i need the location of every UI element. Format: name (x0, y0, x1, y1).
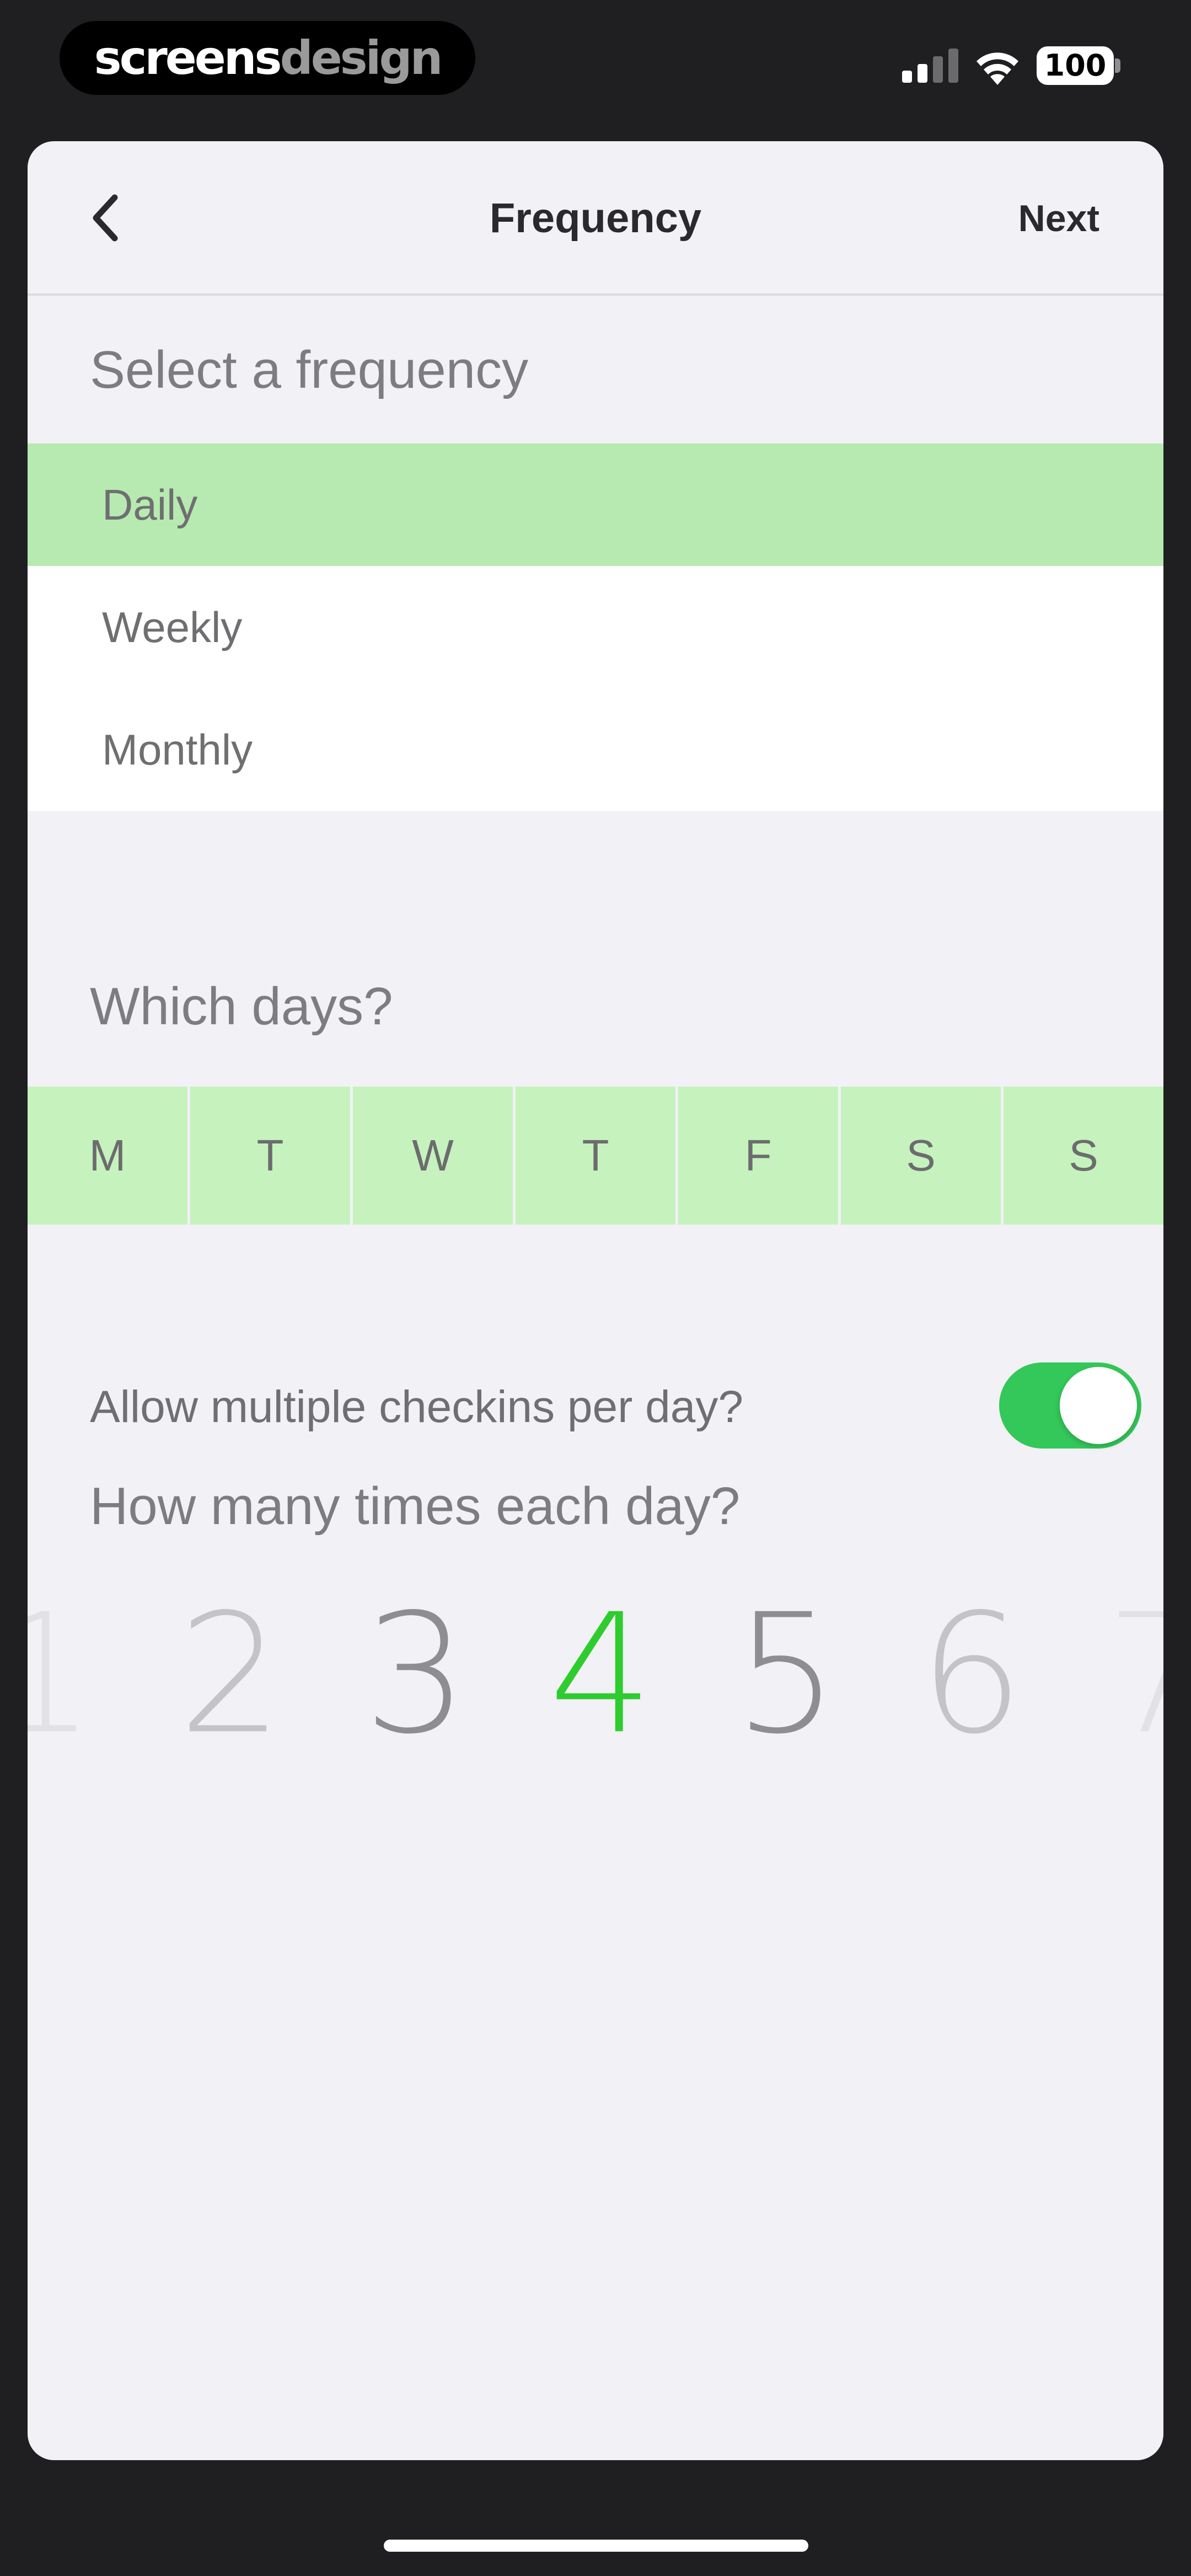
brand-logo-part2: design (280, 31, 443, 85)
frequency-option-weekly[interactable]: Weekly (28, 566, 1163, 688)
day-toggle-tuesday[interactable]: T (190, 1087, 353, 1225)
page-title: Frequency (489, 195, 702, 242)
cellular-signal-icon (902, 49, 959, 83)
days-section-header: Which days? (90, 977, 393, 1036)
frequency-section-header: Select a frequency (90, 340, 529, 399)
navigation-bar: Frequency Next (28, 141, 1163, 296)
times-section-header: How many times each day? (90, 1477, 741, 1536)
next-button[interactable]: Next (1018, 141, 1099, 296)
frequency-option-daily[interactable]: Daily (28, 443, 1163, 566)
picker-number-5[interactable]: 5 (720, 1575, 852, 1774)
picker-number-3[interactable]: 3 (350, 1575, 482, 1774)
multiple-checkins-toggle[interactable] (999, 1362, 1141, 1449)
frequency-sheet: Frequency Next Select a frequency Daily … (28, 141, 1163, 2460)
picker-number-7[interactable]: 7 (1092, 1575, 1163, 1774)
back-button[interactable] (81, 188, 136, 248)
picker-number-2[interactable]: 2 (164, 1575, 297, 1774)
day-toggle-wednesday[interactable]: W (353, 1087, 516, 1225)
wifi-icon (977, 52, 1018, 85)
status-bar: screensdesign 100 (0, 0, 1191, 138)
home-indicator[interactable] (384, 2540, 808, 2552)
chevron-left-icon (93, 194, 118, 242)
day-toggle-sunday[interactable]: S (1004, 1087, 1163, 1225)
battery-nub (1115, 58, 1120, 73)
picker-number-1[interactable]: 1 (28, 1575, 109, 1774)
picker-number-6[interactable]: 6 (905, 1575, 1038, 1774)
brand-logo: screensdesign (60, 21, 475, 95)
day-toggle-thursday[interactable]: T (516, 1087, 678, 1225)
brand-logo-part1: screens (94, 31, 282, 85)
multiple-checkins-label: Allow multiple checkins per day? (90, 1382, 743, 1432)
toggle-knob (1060, 1367, 1137, 1444)
times-per-day-picker[interactable]: 1 2 3 4 5 6 7 (28, 1575, 1163, 1774)
weekday-selector: M T W T F S S (28, 1087, 1163, 1225)
day-toggle-monday[interactable]: M (28, 1087, 190, 1225)
frequency-option-monthly[interactable]: Monthly (28, 688, 1163, 811)
picker-number-4-selected[interactable]: 4 (535, 1575, 667, 1774)
frequency-list: Daily Weekly Monthly (28, 443, 1163, 811)
day-toggle-friday[interactable]: F (678, 1087, 841, 1225)
day-toggle-saturday[interactable]: S (841, 1087, 1004, 1225)
battery-indicator: 100 (1037, 46, 1114, 85)
